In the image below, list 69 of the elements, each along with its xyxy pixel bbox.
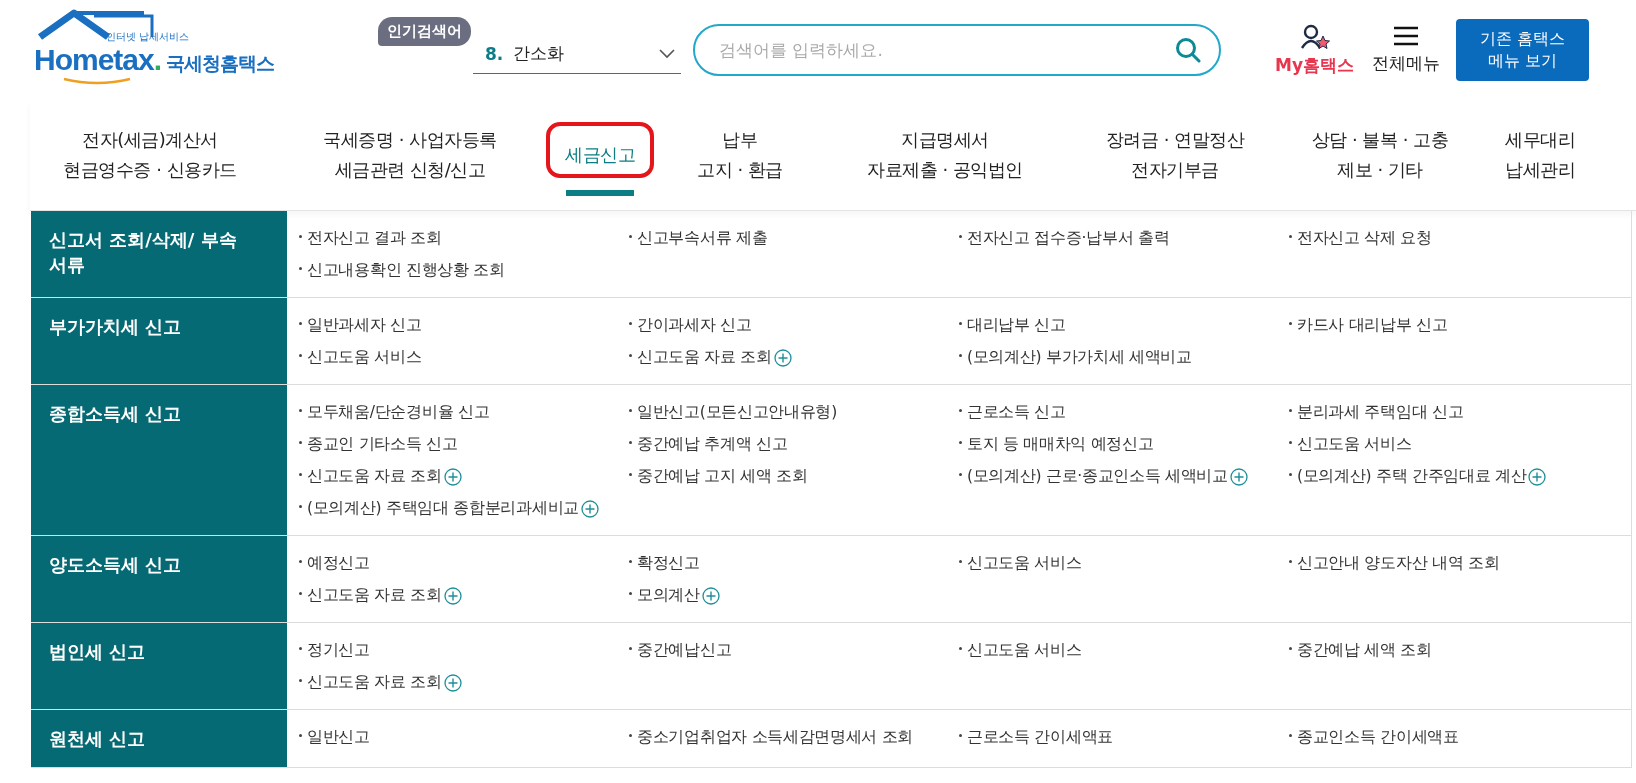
menu-link[interactable]: 간이과세자 신고 xyxy=(627,314,957,336)
menu-link[interactable]: 신고내용확인 진행상황 조회 xyxy=(297,259,627,281)
active-tab-underline xyxy=(566,190,634,196)
nav-tab[interactable]: 세금신고 xyxy=(565,140,635,170)
logo-name: 국세청홈택스 xyxy=(166,51,275,76)
menu-link[interactable]: 신고도움 자료 조회 xyxy=(297,671,627,693)
menu-icon xyxy=(1393,25,1419,46)
nav-tab[interactable]: 지급명세서 자료제출 · 공익법인 xyxy=(867,125,1023,185)
menu-link[interactable]: 전자신고 삭제 요청 xyxy=(1287,227,1617,249)
menu-link[interactable]: 신고도움 자료 조회 xyxy=(627,346,957,368)
menu-link[interactable]: 신고도움 자료 조회 xyxy=(297,584,627,606)
section-heading: 종합소득세 신고 xyxy=(31,385,287,535)
menu-link[interactable]: 확정신고 xyxy=(627,552,957,574)
nav-tab[interactable]: 상담 · 불복 · 고충 제보 · 기타 xyxy=(1311,125,1449,185)
menu-link[interactable]: 모의계산 xyxy=(627,584,957,606)
search-field[interactable]: 검색어를 입력하세요. xyxy=(693,24,1221,76)
nav-tab[interactable]: 납부 고지 · 환급 xyxy=(697,125,783,185)
menu-link[interactable]: 분리과세 주택임대 신고 xyxy=(1287,401,1617,423)
menu-link[interactable]: 일반과세자 신고 xyxy=(297,314,627,336)
menu-link[interactable]: 전자신고 결과 조회 xyxy=(297,227,627,249)
popular-search-dropdown[interactable]: 8. 간소화 xyxy=(473,34,681,74)
menu-link[interactable]: 신고도움 자료 조회 xyxy=(297,465,627,487)
menu-link[interactable]: 대리납부 신고 xyxy=(957,314,1287,336)
menu-link[interactable]: 카드사 대리납부 신고 xyxy=(1287,314,1617,336)
menu-link[interactable]: 정기신고 xyxy=(297,639,627,661)
menu-link[interactable]: (모의계산) 주택임대 종합분리과세비교 xyxy=(297,497,627,519)
menu-link[interactable]: (모의계산) 근로·종교인소득 세액비교 xyxy=(957,465,1287,487)
menu-link[interactable]: 근로소득 신고 xyxy=(957,401,1287,423)
menu-link[interactable]: 일반신고(모든신고안내유형) xyxy=(627,401,957,423)
menu-link[interactable]: 중소기업취업자 소득세감면명세서 조회 xyxy=(627,726,957,748)
menu-link[interactable]: 신고안내 양도자산 내역 조회 xyxy=(1287,552,1617,574)
menu-link[interactable]: 신고도움 서비스 xyxy=(297,346,627,368)
all-menu-button[interactable]: 전체메뉴 xyxy=(1372,25,1440,75)
menu-link[interactable]: 종교인 기타소득 신고 xyxy=(297,433,627,455)
section-heading: 양도소득세 신고 xyxy=(31,536,287,622)
nav-tab[interactable]: 세무대리 납세관리 xyxy=(1505,125,1575,185)
menu-link[interactable]: (모의계산) 부가가치세 세액비교 xyxy=(957,346,1287,368)
logo-dot: . xyxy=(153,43,163,77)
menu-link[interactable]: 모두채움/단순경비율 신고 xyxy=(297,401,627,423)
menu-link[interactable]: (모의계산) 주택 간주임대료 계산 xyxy=(1287,465,1617,487)
nav-tab[interactable]: 전자(세금)계산서 현금영수증 · 신용카드 xyxy=(63,125,237,185)
chevron-down-icon xyxy=(659,48,675,59)
menu-link[interactable]: 전자신고 접수증·납부서 출력 xyxy=(957,227,1287,249)
legacy-menu-button[interactable]: 기존 홈택스 메뉴 보기 xyxy=(1456,19,1589,81)
menu-link[interactable]: 일반신고 xyxy=(297,726,627,748)
my-hometax-link[interactable]: My홈택스 xyxy=(1275,23,1354,77)
menu-link[interactable]: 신고부속서류 제출 xyxy=(627,227,957,249)
section-heading: 신고서 조회/삭제/ 부속서류 xyxy=(31,211,287,297)
search-icon xyxy=(1175,37,1201,63)
menu-link[interactable]: 신고도움 서비스 xyxy=(957,552,1287,574)
menu-link[interactable]: 예정신고 xyxy=(297,552,627,574)
nav-tab[interactable]: 장려금 · 연말정산 전자기부금 xyxy=(1105,125,1245,185)
menu-link[interactable]: 중간예납 추계액 신고 xyxy=(627,433,957,455)
menu-link[interactable]: 근로소득 간이세액표 xyxy=(957,726,1287,748)
menu-link[interactable]: 중간예납 세액 조회 xyxy=(1287,639,1617,661)
menu-link[interactable]: 중간예납 고지 세액 조회 xyxy=(627,465,957,487)
popular-search-badge: 인기검색어 xyxy=(378,16,471,46)
logo-wordmark: Hometax xyxy=(34,43,154,77)
user-star-icon xyxy=(1299,23,1330,50)
smile-swoosh-icon xyxy=(62,77,132,85)
menu-link[interactable]: 토지 등 매매차익 예정신고 xyxy=(957,433,1287,455)
section-heading: 부가가치세 신고 xyxy=(31,298,287,384)
section-heading: 법인세 신고 xyxy=(31,623,287,709)
menu-link[interactable]: 신고도움 서비스 xyxy=(1287,433,1617,455)
section-heading: 원천세 신고 xyxy=(31,710,287,767)
menu-link[interactable]: 중간예납신고 xyxy=(627,639,957,661)
nav-tab[interactable]: 국세증명 · 사업자등록 세금관련 신청/신고 xyxy=(323,125,497,185)
menu-link[interactable]: 신고도움 서비스 xyxy=(957,639,1287,661)
menu-link[interactable]: 종교인소득 간이세액표 xyxy=(1287,726,1617,748)
